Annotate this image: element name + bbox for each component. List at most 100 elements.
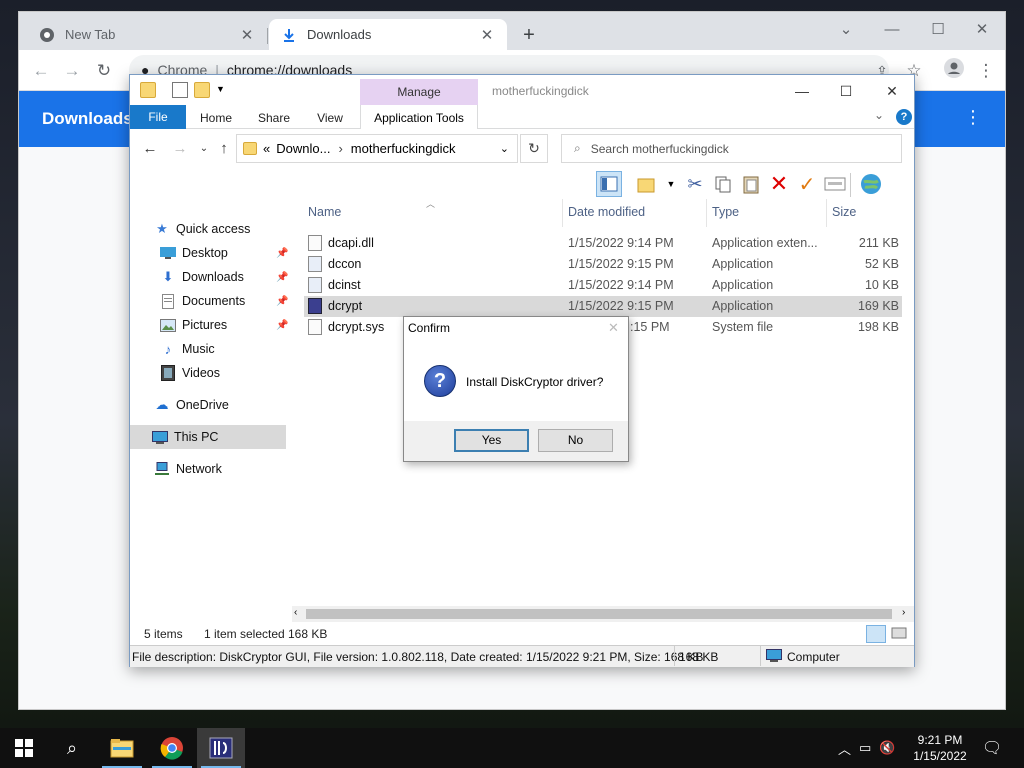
- tab-home[interactable]: Home: [192, 105, 240, 129]
- rename-icon[interactable]: [822, 171, 848, 197]
- refresh-button[interactable]: ↻: [520, 134, 548, 163]
- file-type: Application: [712, 299, 774, 313]
- new-item-icon[interactable]: [634, 171, 660, 197]
- column-header-type[interactable]: Type: [712, 205, 739, 225]
- maximize-button[interactable]: ☐: [915, 16, 961, 44]
- copy-icon[interactable]: [710, 171, 736, 197]
- chevron-down-icon[interactable]: ⌄: [823, 16, 869, 44]
- chrome-menu-icon[interactable]: ⋮: [973, 58, 999, 84]
- address-dropdown-icon[interactable]: ⌄: [500, 142, 509, 155]
- tab-application-tools[interactable]: Application Tools: [360, 105, 478, 129]
- pictures-icon: [160, 317, 176, 333]
- cut-icon[interactable]: ✂: [682, 171, 708, 197]
- minimize-button[interactable]: —: [869, 16, 915, 44]
- nav-videos[interactable]: Videos: [160, 361, 292, 385]
- new-folder-icon[interactable]: [194, 82, 210, 98]
- nav-documents[interactable]: Documents 📌: [160, 289, 292, 313]
- tab-share[interactable]: Share: [250, 105, 298, 129]
- file-row[interactable]: dccon 1/15/2022 9:15 PM Application 52 K…: [304, 254, 902, 275]
- explorer-titlebar: ▼ Manage motherfuckingdick — ☐ ✕: [130, 75, 914, 105]
- forward-button[interactable]: →: [170, 139, 190, 159]
- profile-avatar[interactable]: [941, 58, 967, 84]
- up-button[interactable]: ↑: [214, 139, 234, 159]
- close-window-button[interactable]: ✕: [959, 16, 1005, 44]
- clock[interactable]: 9:21 PM 1/15/2022: [900, 732, 980, 764]
- file-row[interactable]: dcapi.dll 1/15/2022 9:14 PM Application …: [304, 233, 902, 254]
- start-button[interactable]: [0, 728, 48, 768]
- nav-music[interactable]: ♪ Music: [160, 337, 292, 361]
- file-row-selected[interactable]: dcrypt 1/15/2022 9:15 PM Application 169…: [304, 296, 902, 317]
- file-name: dcrypt.sys: [328, 320, 385, 334]
- column-header-name[interactable]: Name: [308, 205, 341, 225]
- new-tab-button[interactable]: +: [517, 24, 541, 48]
- file-explorer-taskbar-icon[interactable]: [98, 728, 146, 768]
- search-icon[interactable]: ⌕: [48, 728, 96, 768]
- minimize-button[interactable]: —: [780, 79, 824, 103]
- chrome-icon: [39, 27, 55, 43]
- help-icon[interactable]: ?: [896, 109, 912, 125]
- nav-downloads[interactable]: ⬇ Downloads 📌: [160, 265, 292, 289]
- column-divider[interactable]: [826, 199, 827, 227]
- nav-desktop[interactable]: Desktop 📌: [160, 241, 292, 265]
- forward-button[interactable]: →: [59, 58, 85, 84]
- tab-new-tab[interactable]: New Tab ✕: [27, 19, 267, 50]
- details-divider: [674, 646, 675, 666]
- close-icon[interactable]: ✕: [608, 320, 619, 336]
- horizontal-scrollbar[interactable]: ‹ ›: [292, 606, 914, 622]
- sort-ascending-icon: ︿: [426, 199, 436, 209]
- tab-view[interactable]: View: [306, 105, 354, 129]
- file-row[interactable]: dcinst 1/15/2022 9:14 PM Application 10 …: [304, 275, 902, 296]
- column-divider[interactable]: [706, 199, 707, 227]
- nav-label: Network: [176, 462, 222, 476]
- address-box[interactable]: « Downlo... › motherfuckingdick ⌄: [236, 134, 518, 163]
- large-icons-view-icon[interactable]: [890, 625, 910, 643]
- back-button[interactable]: ←: [28, 58, 54, 84]
- diskcryptor-taskbar-icon[interactable]: [197, 728, 245, 768]
- nav-onedrive[interactable]: ☁ OneDrive: [154, 393, 286, 417]
- paste-icon[interactable]: [738, 171, 764, 197]
- maximize-button[interactable]: ☐: [824, 79, 868, 103]
- expand-ribbon-icon[interactable]: ⌄: [874, 108, 884, 122]
- notifications-icon[interactable]: 🗨: [982, 738, 1002, 758]
- search-input[interactable]: ⌕ Search motherfuckingdick: [561, 134, 902, 163]
- nav-this-pc[interactable]: This PC: [130, 425, 286, 449]
- volume-muted-icon[interactable]: 🔇: [879, 740, 895, 756]
- column-header-date[interactable]: Date modified: [568, 205, 645, 225]
- column-header-size[interactable]: Size: [832, 205, 856, 225]
- yes-button[interactable]: Yes: [454, 429, 529, 452]
- breadcrumb-downloads[interactable]: Downlo...: [276, 141, 330, 156]
- column-divider[interactable]: [562, 199, 563, 227]
- network-tray-icon[interactable]: ▭: [859, 740, 871, 756]
- breadcrumb-overflow[interactable]: «: [263, 141, 270, 156]
- scroll-left-icon[interactable]: ‹: [294, 607, 297, 618]
- no-button[interactable]: No: [538, 429, 613, 452]
- file-size: 169 KB: [857, 299, 899, 313]
- preview-pane-icon[interactable]: [596, 171, 622, 197]
- delete-icon[interactable]: ✕: [766, 171, 792, 197]
- nav-network[interactable]: Network: [154, 457, 286, 481]
- close-tab-icon[interactable]: ✕: [479, 26, 495, 44]
- dropdown-chevron-icon[interactable]: ▼: [658, 171, 684, 197]
- globe-icon[interactable]: [858, 171, 884, 197]
- scroll-right-icon[interactable]: ›: [902, 607, 905, 618]
- properties-icon[interactable]: [172, 82, 188, 98]
- recent-locations-icon[interactable]: ⌄: [194, 139, 214, 159]
- nav-pictures[interactable]: Pictures 📌: [160, 313, 292, 337]
- tab-downloads[interactable]: Downloads ✕: [269, 19, 507, 50]
- tab-file[interactable]: File: [130, 105, 186, 129]
- customize-qat-icon[interactable]: ▼: [216, 84, 225, 94]
- nav-quick-access[interactable]: ★ Quick access: [154, 217, 286, 241]
- dll-file-icon: [308, 235, 322, 251]
- breadcrumb-current[interactable]: motherfuckingdick: [351, 141, 456, 156]
- back-button[interactable]: ←: [140, 139, 160, 159]
- confirm-dialog: Confirm ✕ ? Install DiskCryptor driver? …: [403, 316, 629, 462]
- reload-button[interactable]: ↻: [91, 58, 117, 84]
- scrollbar-thumb[interactable]: [306, 609, 892, 619]
- close-tab-icon[interactable]: ✕: [239, 26, 255, 44]
- close-window-button[interactable]: ✕: [870, 79, 914, 103]
- more-icon[interactable]: ⋮: [964, 107, 982, 131]
- chrome-taskbar-icon[interactable]: [148, 728, 196, 768]
- details-view-icon[interactable]: [866, 625, 886, 643]
- checkmark-icon[interactable]: ✓: [794, 171, 820, 197]
- chevron-up-icon[interactable]: ︿: [838, 739, 851, 758]
